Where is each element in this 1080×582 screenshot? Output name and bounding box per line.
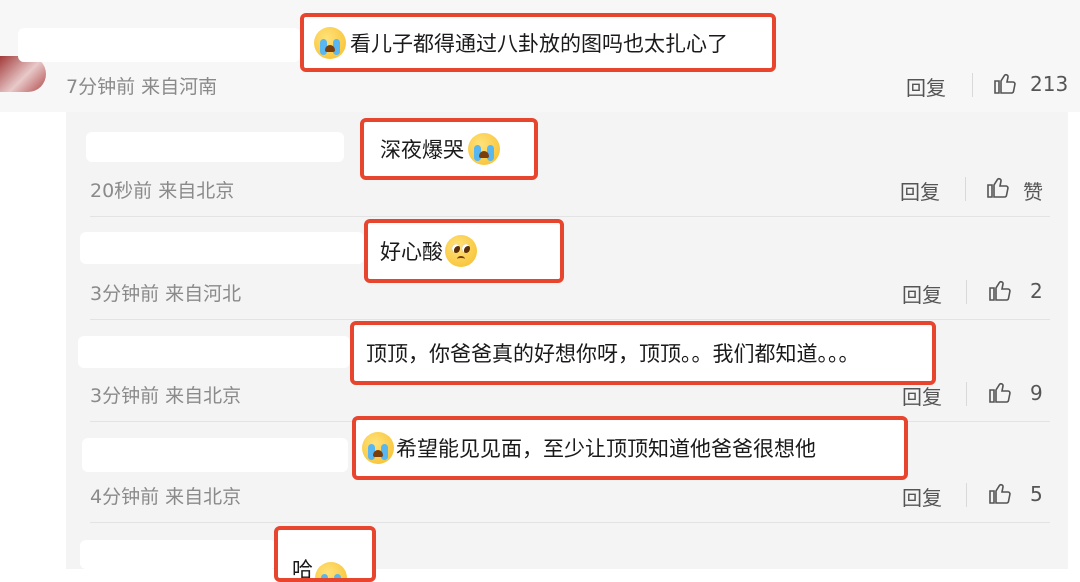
- divider: [965, 177, 966, 201]
- divider: [90, 216, 1050, 217]
- main-comment-body: 看儿子都得通过八卦放的图吗也太扎心了: [350, 31, 728, 56]
- like-count: 9: [1030, 381, 1043, 405]
- main-comment: 看儿子都得通过八卦放的图吗也太扎心了 7分钟前 来自河南 回复 213: [0, 0, 1080, 112]
- divider: [972, 73, 973, 97]
- reply-text: 顶顶，你爸爸真的好想你呀，顶顶。。我们都知道。。。: [350, 321, 936, 385]
- reply-meta: 3分钟前 来自河北: [90, 283, 242, 305]
- username-redacted: [82, 438, 348, 472]
- divider: [90, 319, 1050, 320]
- crying-face-icon: [362, 432, 394, 464]
- username-redacted: [80, 232, 364, 264]
- main-comment-text: 看儿子都得通过八卦放的图吗也太扎心了: [300, 13, 776, 72]
- username-redacted: [86, 132, 344, 162]
- reply-meta: 3分钟前 来自北京: [90, 385, 242, 407]
- crying-face-icon: [315, 562, 347, 578]
- username-redacted: [80, 540, 276, 569]
- divider: [966, 382, 967, 406]
- reply-text: 哈: [274, 526, 376, 582]
- main-reply-button[interactable]: 回复: [906, 72, 946, 101]
- reply-body: 希望能见见面，至少让顶顶知道他爸爸很想他: [396, 437, 816, 461]
- reply-body: 顶顶，你爸爸真的好想你呀，顶顶。。我们都知道。。。: [366, 342, 860, 366]
- like-count: 2: [1030, 279, 1043, 303]
- reply-button[interactable]: 回复: [902, 381, 942, 410]
- thumbs-up-icon[interactable]: [986, 175, 1010, 199]
- crying-face-icon: [314, 26, 346, 59]
- thumbs-up-icon[interactable]: [988, 278, 1012, 302]
- reply-meta: 20秒前 来自北京: [90, 180, 235, 202]
- divider: [90, 522, 1050, 523]
- reply-text: 深夜爆哭: [360, 118, 538, 180]
- reply-button[interactable]: 回复: [902, 279, 942, 308]
- thumbs-up-icon[interactable]: [993, 71, 1017, 95]
- thumbs-up-icon[interactable]: [988, 380, 1012, 404]
- reply-button[interactable]: 回复: [902, 482, 942, 511]
- divider: [966, 483, 967, 507]
- like-count: 5: [1030, 482, 1043, 506]
- reply-body: 好心酸: [380, 240, 443, 264]
- pleading-face-icon: [445, 235, 477, 267]
- main-comment-meta: 7分钟前 来自河南: [66, 76, 218, 98]
- reply-text: 好心酸: [364, 219, 564, 283]
- reply-body: 深夜爆哭: [380, 138, 464, 162]
- reply-text: 希望能见见面，至少让顶顶知道他爸爸很想他: [352, 416, 908, 480]
- crying-face-icon: [468, 133, 500, 165]
- reply-body: 哈: [292, 558, 313, 582]
- like-label: 赞: [1023, 180, 1043, 204]
- main-like-count: 213: [1030, 72, 1069, 96]
- username-redacted: [18, 28, 300, 62]
- username-redacted: [78, 336, 350, 368]
- thumbs-up-icon[interactable]: [988, 481, 1012, 505]
- reply-button[interactable]: 回复: [900, 176, 940, 205]
- reply-meta: 4分钟前 来自北京: [90, 486, 242, 508]
- divider: [966, 280, 967, 304]
